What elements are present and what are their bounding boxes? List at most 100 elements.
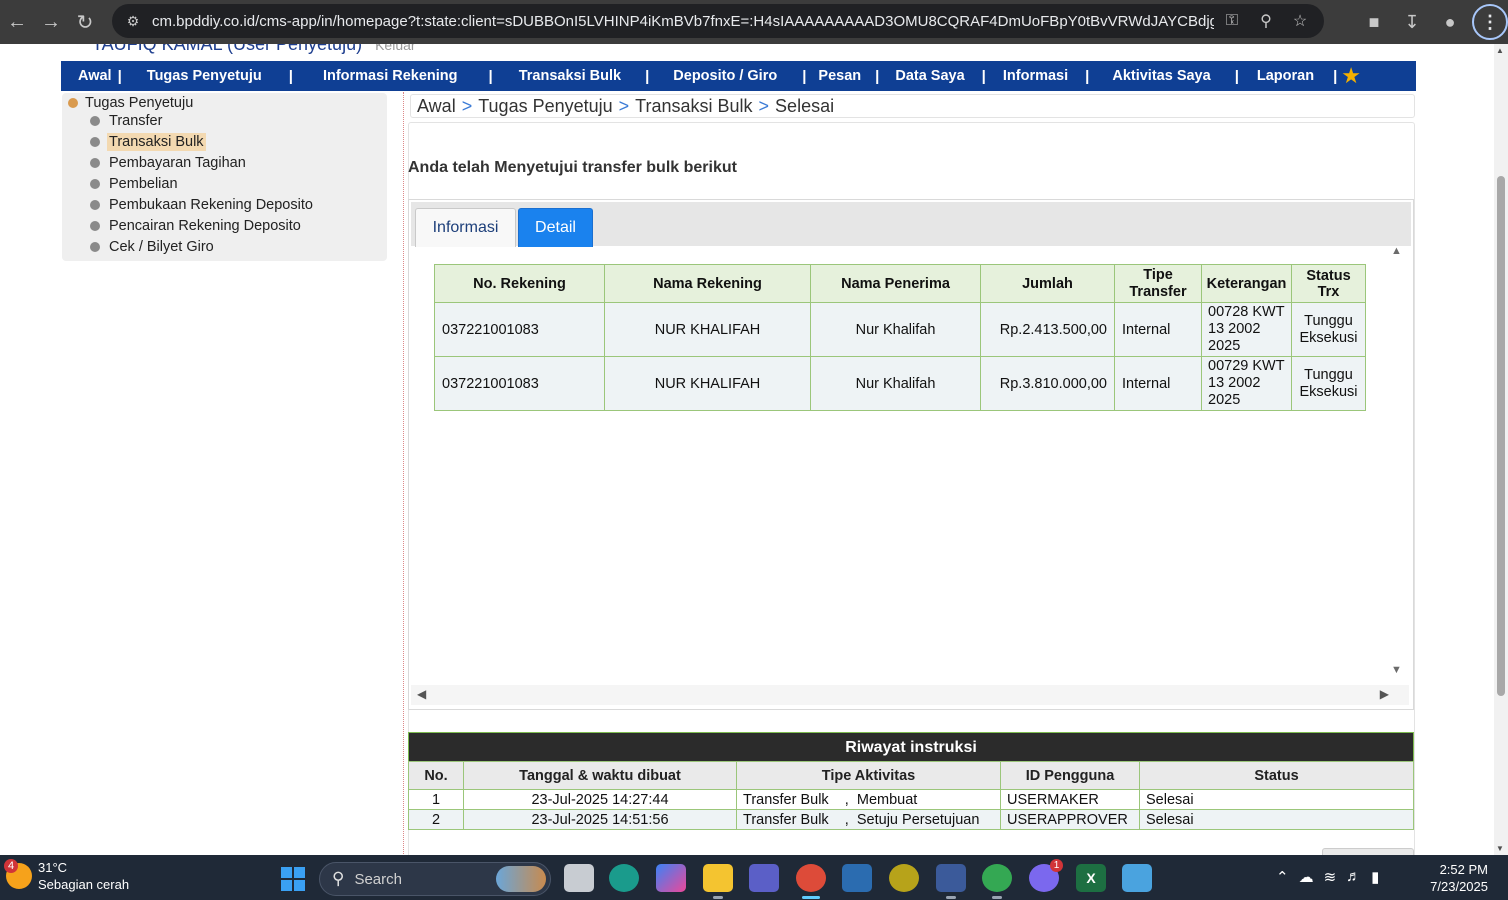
column-header: ID Pengguna — [1000, 761, 1140, 790]
page-vertical-scrollbar[interactable]: ▲ ▼ — [1494, 44, 1508, 855]
system-tray: ⌃ ☁ ≋ ♬ ▮ — [1276, 868, 1379, 886]
nav-transaksi-bulk[interactable]: Transaksi Bulk — [519, 61, 621, 91]
scroll-up-arrow-icon[interactable]: ▲ — [1496, 46, 1504, 55]
sidebar-item-transaksi-bulk[interactable]: Transaksi Bulk — [90, 133, 206, 151]
cell-nama-rekening: NUR KHALIFAH — [604, 356, 811, 411]
chrome-profile-icon[interactable] — [982, 864, 1012, 899]
browser-menu-icon[interactable]: ⋮ — [1472, 4, 1508, 40]
profile-avatar-icon[interactable]: ● — [1434, 5, 1466, 39]
notification-badge: 1 — [1050, 859, 1063, 872]
partial-button[interactable] — [1322, 848, 1414, 855]
sidebar-item-pencairan-deposito[interactable]: Pencairan Rekening Deposito — [90, 217, 303, 235]
bookmark-star-icon[interactable]: ☆ — [1286, 8, 1314, 34]
url-text[interactable]: cm.bpddiy.co.id/cms-app/in/homepage?t:st… — [152, 13, 1214, 30]
sidebar-item-cek-bilyet-giro[interactable]: Cek / Bilyet Giro — [90, 238, 216, 256]
scroll-right-arrow-icon[interactable]: ▶ — [1380, 687, 1389, 701]
tab-detail[interactable]: Detail — [518, 208, 593, 247]
user-line: TAUFIQ KAMAL (User Penyetuju) Keluar — [92, 44, 416, 55]
scroll-down-arrow-icon[interactable]: ▼ — [1496, 844, 1504, 853]
cell-penerima: Nur Khalifah — [810, 302, 981, 357]
table-row: 2 23-Jul-2025 14:51:56 Transfer Bulk , S… — [408, 809, 1414, 830]
cell-keterangan: 00728 KWT 13 2002 2025 — [1201, 302, 1292, 357]
column-divider — [403, 92, 404, 855]
system-clock[interactable]: 2:52 PM 7/23/2025 — [1430, 861, 1488, 895]
sidebar-item-label: Transaksi Bulk — [107, 133, 206, 151]
cell-no: 2 — [408, 809, 464, 830]
history-title: Riwayat instruksi — [408, 732, 1414, 761]
scroll-down-arrow-icon[interactable]: ▼ — [1391, 664, 1402, 676]
battery-icon[interactable]: ▮ — [1371, 868, 1379, 886]
chevron-up-icon[interactable]: ⌃ — [1276, 868, 1289, 886]
nav-laporan[interactable]: Laporan — [1257, 61, 1314, 91]
cell-line: 2025 — [1208, 338, 1241, 354]
nav-informasi[interactable]: Informasi — [1003, 61, 1068, 91]
forward-icon[interactable]: → — [34, 5, 68, 39]
bullet-icon — [90, 116, 100, 126]
weather-widget[interactable]: 4 31°C Sebagian cerah — [4, 859, 130, 893]
download-icon[interactable]: ↧ — [1396, 5, 1428, 39]
excel-icon[interactable]: X — [1076, 864, 1106, 892]
breadcrumb-transaksi-bulk[interactable]: Transaksi Bulk — [635, 96, 752, 117]
user-name: TAUFIQ KAMAL (User Penyetuju) — [92, 44, 363, 54]
chrome-icon[interactable] — [796, 864, 826, 899]
sidebar-item-label: Pembelian — [109, 176, 178, 192]
address-bar[interactable]: ⚙ cm.bpddiy.co.id/cms-app/in/homepage?t:… — [112, 4, 1324, 38]
tab-informasi[interactable]: Informasi — [415, 208, 516, 247]
sidebar-root[interactable]: Tugas Penyetuju — [68, 95, 193, 111]
scroll-left-arrow-icon[interactable]: ◀ — [417, 687, 426, 701]
breadcrumb-awal[interactable]: Awal — [417, 96, 456, 117]
cell-line: 13 2002 — [1208, 375, 1261, 391]
sidebar-item-label: Transfer — [109, 113, 163, 129]
extensions-icon[interactable]: ■ — [1358, 5, 1390, 39]
search-label: Search — [354, 870, 402, 888]
sidebar-item-pembelian[interactable]: Pembelian — [90, 175, 180, 193]
breadcrumb-tugas-penyetuju[interactable]: Tugas Penyetuju — [478, 96, 612, 117]
reload-icon[interactable]: ↻ — [68, 5, 102, 39]
sidebar-item-pembukaan-deposito[interactable]: Pembukaan Rekening Deposito — [90, 196, 315, 214]
password-key-icon[interactable]: ⚿ — [1218, 8, 1246, 34]
column-header: No. — [408, 761, 464, 790]
notepad-icon[interactable] — [1122, 864, 1152, 892]
zoom-icon[interactable]: ⚲ — [1252, 8, 1280, 34]
column-header: Jumlah — [980, 264, 1115, 303]
nav-awal[interactable]: Awal — [78, 61, 112, 91]
edge-browser-icon[interactable] — [609, 864, 639, 892]
logout-link[interactable]: Keluar — [375, 44, 415, 53]
nav-tugas-penyetuju[interactable]: Tugas Penyetuju — [147, 61, 262, 91]
nav-deposito-giro[interactable]: Deposito / Giro — [673, 61, 777, 91]
taskbar-search[interactable]: ⚲ Search — [319, 862, 551, 896]
cell-line: 00729 KWT — [1208, 358, 1285, 374]
table-row: 037221001083 NUR KHALIFAH Nur Khalifah R… — [434, 302, 1366, 357]
network-app-icon[interactable] — [842, 864, 872, 892]
volume-icon[interactable]: ♬ — [1346, 868, 1361, 886]
search-icon: ⚲ — [332, 869, 345, 888]
remote-desktop-icon[interactable] — [936, 864, 966, 899]
horizontal-scrollbar[interactable]: ◀ ▶ — [411, 685, 1409, 705]
breadcrumb: Awal > Tugas Penyetuju > Transaksi Bulk … — [410, 94, 1415, 118]
scroll-up-arrow-icon[interactable]: ▲ — [1391, 245, 1402, 257]
nav-informasi-rekening[interactable]: Informasi Rekening — [323, 61, 458, 91]
windows-start-icon[interactable] — [281, 867, 305, 891]
nav-pesan[interactable]: Pesan — [818, 61, 861, 91]
site-info-icon[interactable]: ⚙ — [118, 6, 148, 36]
nav-aktivitas-saya[interactable]: Aktivitas Saya — [1112, 61, 1210, 91]
onedrive-icon[interactable]: ☁ — [1299, 868, 1314, 886]
canva-icon[interactable]: 1 — [1029, 859, 1063, 892]
teams-icon[interactable] — [749, 864, 779, 892]
app-badge-icon[interactable] — [889, 864, 919, 892]
scrollbar-thumb[interactable] — [1497, 176, 1505, 696]
cell-tipe: Internal — [1114, 302, 1202, 357]
column-header: Nama Rekening — [604, 264, 811, 303]
cell-nama-rekening: NUR KHALIFAH — [604, 302, 811, 357]
bullet-icon — [90, 179, 100, 189]
weather-desc: Sebagian cerah — [38, 877, 130, 892]
file-explorer-icon[interactable] — [703, 864, 733, 899]
task-view-icon[interactable] — [564, 864, 594, 892]
copilot-icon[interactable] — [656, 864, 686, 892]
favorite-star-icon[interactable]: ★ — [1341, 63, 1361, 89]
nav-data-saya[interactable]: Data Saya — [895, 61, 964, 91]
back-icon[interactable]: ← — [0, 5, 34, 39]
sidebar-item-transfer[interactable]: Transfer — [90, 112, 164, 130]
sidebar-item-pembayaran-tagihan[interactable]: Pembayaran Tagihan — [90, 154, 248, 172]
wifi-icon[interactable]: ≋ — [1324, 868, 1337, 886]
